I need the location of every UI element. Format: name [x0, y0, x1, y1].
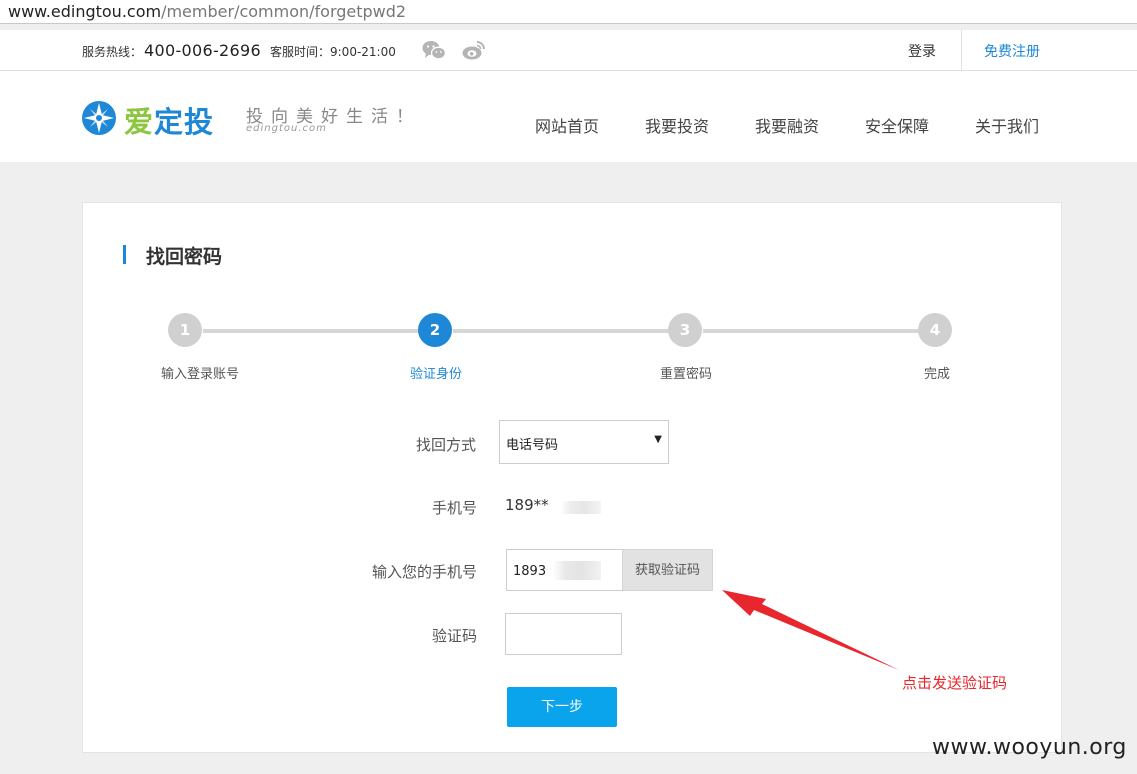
address-url[interactable]: www.edingtou.com/member/common/forgetpwd… [8, 2, 406, 21]
code-label: 验证码 [432, 627, 478, 645]
top-strip: 服务热线： 400-006-2696 客服时间：9:00-21:00 登录 免费注… [0, 30, 1137, 71]
url-host: www.edingtou.com [8, 2, 162, 21]
reset-password-card: 找回密码 1 2 3 4 输入登录账号 验证身份 重置密码 完成 找回方式 电话… [82, 202, 1062, 753]
step-2-label: 验证身份 [409, 367, 463, 382]
step-4-label: 完成 [923, 367, 951, 382]
step-connector [453, 329, 671, 333]
phone-label: 手机号 [432, 499, 478, 517]
verification-code-input[interactable] [505, 613, 622, 655]
method-select-value: 电话号码 [506, 438, 559, 453]
url-path: /member/common/forgetpwd2 [161, 2, 407, 21]
site-header: 爱定投 投向美好生活！ edingtou.com 网站首页 我要投资 我要融资 … [0, 71, 1137, 162]
nav-financing[interactable]: 我要融资 [755, 113, 819, 137]
service-hours: 客服时间：9:00-21:00 [270, 45, 396, 59]
step-1-circle: 1 [168, 313, 202, 347]
method-select[interactable]: 电话号码 ▼ [499, 420, 669, 464]
title-accent-bar [123, 245, 126, 264]
watermark: www.wooyun.org [932, 735, 1127, 760]
redaction-blur [553, 561, 601, 580]
login-link[interactable]: 登录 [908, 41, 936, 61]
chevron-down-icon: ▼ [654, 434, 662, 445]
step-4-circle: 4 [918, 313, 952, 347]
nav-home[interactable]: 网站首页 [535, 113, 599, 137]
nav-invest[interactable]: 我要投资 [645, 113, 709, 137]
annotation-arrow-icon [722, 590, 899, 670]
logo-wordmark[interactable]: 爱定投 [124, 99, 214, 141]
wechat-icon[interactable] [422, 40, 446, 60]
redaction-blur [561, 501, 601, 514]
step-1-label: 输入登录账号 [160, 367, 240, 382]
next-step-button[interactable]: 下一步 [507, 687, 617, 727]
hotline-number: 400-006-2696 [144, 41, 261, 60]
service-hotline: 服务热线： 400-006-2696 [82, 41, 261, 60]
nav-about[interactable]: 关于我们 [975, 113, 1039, 137]
step-2-circle: 2 [418, 313, 452, 347]
hotline-label: 服务热线： [82, 45, 143, 59]
input-phone-label: 输入您的手机号 [372, 563, 478, 581]
step-3-circle: 3 [668, 313, 702, 347]
register-link[interactable]: 免费注册 [984, 41, 1040, 61]
step-connector [703, 329, 921, 333]
weibo-icon[interactable] [462, 40, 486, 60]
logo-text-green: 爱 [124, 105, 155, 139]
logo-text-blue: 定投 [154, 105, 215, 139]
masked-phone-value: 189** [505, 496, 549, 514]
nav-security[interactable]: 安全保障 [865, 113, 929, 137]
phone-input-value: 1893 [513, 564, 547, 579]
step-connector [203, 329, 421, 333]
page-title: 找回密码 [146, 246, 223, 268]
logo-domain: edingtou.com [246, 123, 327, 134]
step-3-label: 重置密码 [659, 367, 713, 382]
topbar-divider [961, 30, 962, 71]
address-bar[interactable]: www.edingtou.com/member/common/forgetpwd… [0, 0, 1137, 24]
annotation-text: 点击发送验证码 [902, 674, 1008, 692]
method-label: 找回方式 [416, 436, 477, 454]
logo-star-icon[interactable] [81, 100, 117, 136]
